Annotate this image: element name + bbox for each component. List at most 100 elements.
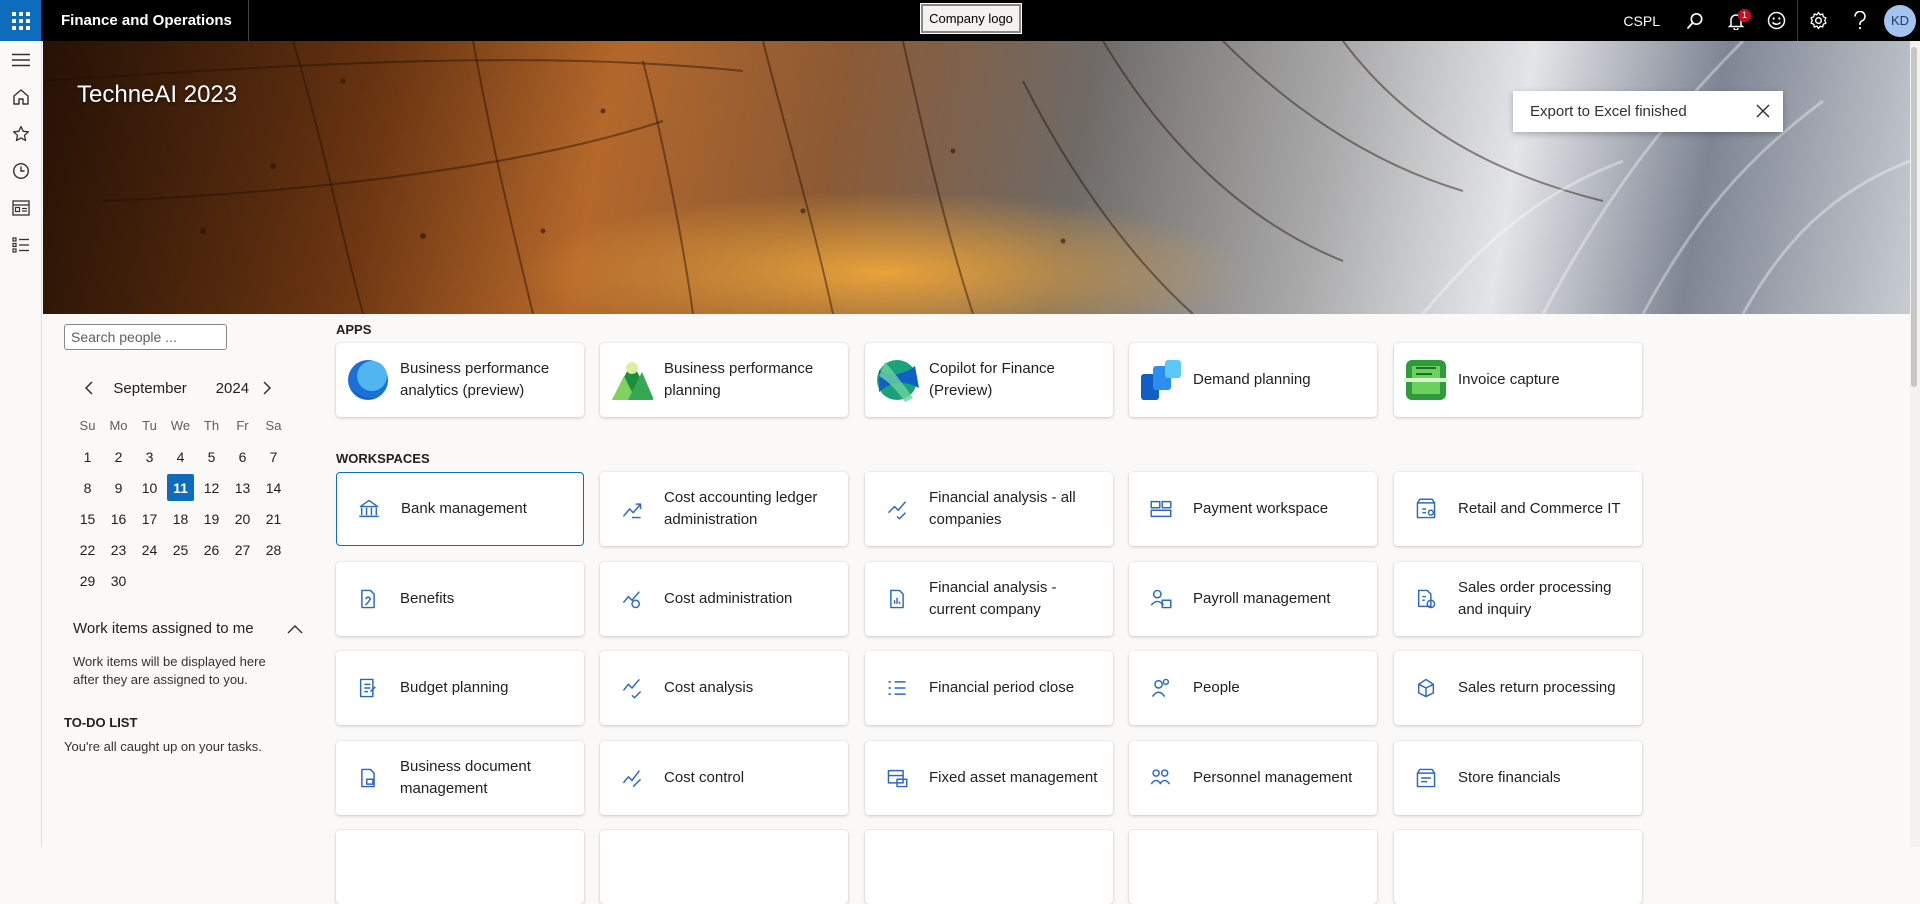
fixed-asset-icon xyxy=(887,769,908,788)
chart-check-icon xyxy=(887,501,907,520)
search-people-input[interactable] xyxy=(64,324,227,350)
calendar-grid: Su Mo Tu We Th Fr Sa 1 2 3 4 5 6 7 8 9 10 11 12 13 14 15 16 17 1… xyxy=(72,410,289,596)
notification-badge: 1 xyxy=(1738,9,1751,22)
search-button[interactable] xyxy=(1674,0,1715,41)
calendar-day[interactable]: 27 xyxy=(227,534,258,565)
help-button[interactable] xyxy=(1839,0,1880,41)
workspaces-section-title: WORKSPACES xyxy=(336,451,430,466)
chart-up-icon xyxy=(622,503,642,519)
calendar-day[interactable]: 29 xyxy=(72,565,103,596)
calendar-day[interactable]: 21 xyxy=(258,503,289,534)
favorites-button[interactable] xyxy=(0,115,42,152)
weekday-label: Fr xyxy=(236,418,249,433)
workspace-tile-label: People xyxy=(1193,679,1240,696)
workspace-tile-financial-analysis-all-companies[interactable]: Financial analysis - all companies xyxy=(865,472,1113,546)
workspace-tile-fixed-asset-management[interactable]: Fixed asset management xyxy=(865,741,1113,815)
company-picker[interactable]: CSPL xyxy=(1623,13,1660,29)
avatar[interactable]: KD xyxy=(1884,4,1916,37)
app-tile-business-performance-planning[interactable]: Business performance planning xyxy=(600,343,848,417)
previous-month-button[interactable] xyxy=(78,376,99,400)
calendar-day[interactable]: 4 xyxy=(165,441,196,472)
recent-button[interactable] xyxy=(0,152,42,189)
calendar-day[interactable]: 24 xyxy=(134,534,165,565)
workspace-tile-partial[interactable] xyxy=(1129,830,1377,904)
top-right-toolbar: CSPL 1 KD xyxy=(1623,0,1920,41)
calendar-day[interactable]: 17 xyxy=(134,503,165,534)
calendar-day[interactable]: 14 xyxy=(258,472,289,503)
waffle-icon xyxy=(11,11,30,30)
next-month-button[interactable] xyxy=(257,376,278,400)
bank-icon xyxy=(359,499,379,518)
chevron-left-icon xyxy=(84,381,93,395)
workspace-tile-benefits[interactable]: Benefits xyxy=(336,562,584,636)
workspace-tile-budget-planning[interactable]: Budget planning xyxy=(336,651,584,725)
app-tile-business-performance-analytics[interactable]: Business performance analytics (preview) xyxy=(336,343,584,417)
workspace-tile-people[interactable]: People xyxy=(1129,651,1377,725)
workspaces-button[interactable] xyxy=(0,189,42,226)
workspace-tile-cost-accounting-ledger-administration[interactable]: Cost accounting ledger administration xyxy=(600,472,848,546)
app-tile-copilot-for-finance[interactable]: Copilot for Finance (Preview) xyxy=(865,343,1113,417)
calendar-day[interactable]: 20 xyxy=(227,503,258,534)
calendar-day-today[interactable]: 11 xyxy=(167,474,194,501)
workspace-tile-business-document-management[interactable]: Business document management xyxy=(336,741,584,815)
calendar-day[interactable]: 30 xyxy=(103,565,134,596)
calendar-day[interactable]: 9 xyxy=(103,472,134,503)
settings-button[interactable] xyxy=(1798,0,1839,41)
workspace-tile-financial-analysis-current-company[interactable]: Financial analysis - current company xyxy=(865,562,1113,636)
workspace-tile-cost-analysis[interactable]: Cost analysis xyxy=(600,651,848,725)
calendar-day[interactable]: 22 xyxy=(72,534,103,565)
company-logo[interactable]: Company logo xyxy=(920,3,1022,34)
workspace-tile-retail-and-commerce-it[interactable]: Retail and Commerce IT xyxy=(1394,472,1642,546)
workspace-tile-sales-order-processing-and-inquiry[interactable]: Sales order processing and inquiry xyxy=(1394,562,1642,636)
calendar-day[interactable]: 28 xyxy=(258,534,289,565)
calendar-day[interactable]: 15 xyxy=(72,503,103,534)
calendar-day[interactable]: 25 xyxy=(165,534,196,565)
home-button[interactable] xyxy=(0,78,42,115)
feedback-button[interactable] xyxy=(1756,0,1797,41)
calendar-day[interactable]: 13 xyxy=(227,472,258,503)
cost-analysis-icon xyxy=(622,678,642,699)
modules-button[interactable] xyxy=(0,226,42,263)
calendar-day[interactable]: 10 xyxy=(134,472,165,503)
calendar-day[interactable]: 18 xyxy=(165,503,196,534)
chevron-up-icon[interactable] xyxy=(287,624,303,634)
workspace-tile-partial[interactable] xyxy=(600,830,848,904)
calendar-day[interactable]: 1 xyxy=(72,441,103,472)
calendar-day[interactable]: 26 xyxy=(196,534,227,565)
workspace-tile-cost-administration[interactable]: Cost administration xyxy=(600,562,848,636)
calendar-day[interactable]: 6 xyxy=(227,441,258,472)
workspace-tile-payroll-management[interactable]: Payroll management xyxy=(1129,562,1377,636)
workspace-tile-partial[interactable] xyxy=(1394,830,1642,904)
app-launcher-button[interactable] xyxy=(0,0,41,41)
workspace-tile-partial[interactable] xyxy=(336,830,584,904)
app-tile-invoice-capture[interactable]: Invoice capture xyxy=(1394,343,1642,417)
notifications-button[interactable]: 1 xyxy=(1715,0,1756,41)
calendar-year[interactable]: 2024 xyxy=(216,380,257,397)
app-title[interactable]: Finance and Operations xyxy=(41,0,249,41)
workspace-tile-financial-period-close[interactable]: Financial period close xyxy=(865,651,1113,725)
scrollbar-thumb[interactable] xyxy=(1911,47,1917,387)
toast-close-button[interactable] xyxy=(1753,101,1773,121)
calendar-month[interactable]: September xyxy=(113,380,215,397)
weekday-label: Tu xyxy=(142,418,157,433)
expand-nav-button[interactable] xyxy=(0,41,42,78)
workspace-tile-payment-workspace[interactable]: Payment workspace xyxy=(1129,472,1377,546)
app-tile-demand-planning[interactable]: Demand planning xyxy=(1129,343,1377,417)
calendar-day[interactable]: 23 xyxy=(103,534,134,565)
workspace-tile-cost-control[interactable]: Cost control xyxy=(600,741,848,815)
workspace-tile-bank-management[interactable]: Bank management xyxy=(336,472,584,546)
workspace-tile-personnel-management[interactable]: Personnel management xyxy=(1129,741,1377,815)
workspace-tile-store-financials[interactable]: Store financials xyxy=(1394,741,1642,815)
calendar-day[interactable]: 3 xyxy=(134,441,165,472)
workspace-tile-sales-return-processing[interactable]: Sales return processing xyxy=(1394,651,1642,725)
workspace-tile-partial[interactable] xyxy=(865,830,1113,904)
work-items-header[interactable]: Work items assigned to me xyxy=(73,620,303,637)
calendar-day[interactable]: 19 xyxy=(196,503,227,534)
calendar-day[interactable]: 7 xyxy=(258,441,289,472)
calendar-day[interactable]: 8 xyxy=(72,472,103,503)
calendar-day[interactable]: 12 xyxy=(196,472,227,503)
calendar-day[interactable]: 5 xyxy=(196,441,227,472)
calendar-day[interactable]: 16 xyxy=(103,503,134,534)
calendar-day[interactable]: 2 xyxy=(103,441,134,472)
weekday-label: Sa xyxy=(265,418,282,433)
